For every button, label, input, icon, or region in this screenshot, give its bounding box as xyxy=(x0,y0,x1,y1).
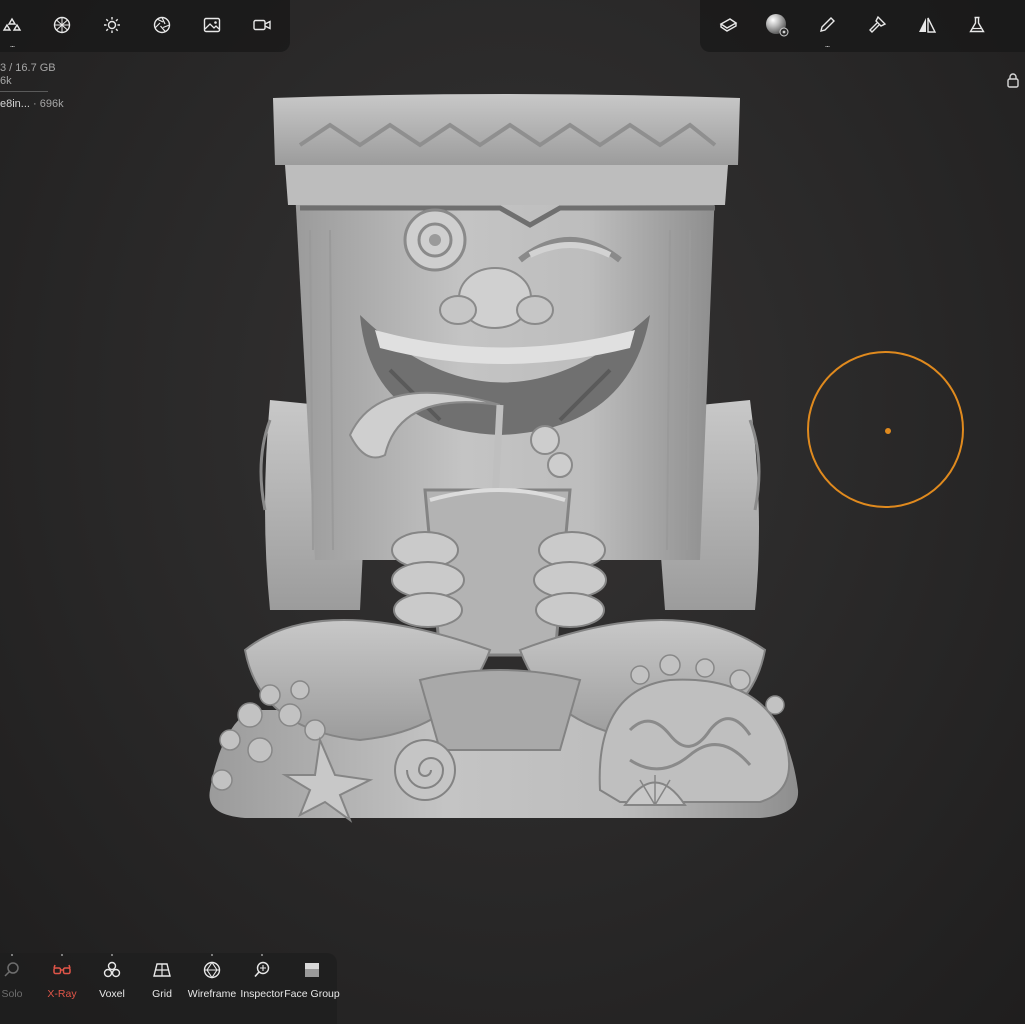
camera-aperture-icon xyxy=(153,16,171,34)
flask-icon xyxy=(969,16,985,33)
image-button[interactable] xyxy=(193,6,231,44)
mesh-name: e8in... xyxy=(0,98,30,110)
solo-label: Solo xyxy=(1,988,23,1000)
memory-usage: 3 / 16.7 GB xyxy=(0,62,56,74)
material-sphere-icon xyxy=(766,14,789,37)
stats-divider xyxy=(0,91,48,92)
option-indicator xyxy=(11,954,13,956)
face-group-button[interactable]: Face Group xyxy=(284,953,340,1024)
wireframe-icon xyxy=(203,961,221,979)
mesh-faces: · 696k xyxy=(29,98,64,110)
face-group-icon xyxy=(305,963,319,977)
face-group-label: Face Group xyxy=(284,988,340,1000)
voxel-label: Voxel xyxy=(99,988,125,1000)
layer-button[interactable] xyxy=(709,6,747,44)
brush-button[interactable]: ... xyxy=(808,6,846,49)
inspector-label: Inspector xyxy=(240,988,284,1000)
lock-icon[interactable] xyxy=(1006,72,1020,88)
brush-center-dot xyxy=(885,428,891,434)
video-button[interactable] xyxy=(243,6,281,44)
option-indicator xyxy=(61,954,63,956)
mesh-row[interactable]: e8in... · 696k xyxy=(0,98,64,111)
scene-button[interactable]: ... xyxy=(0,6,31,49)
grid-label: Grid xyxy=(152,988,172,1000)
wireframe-label: Wireframe xyxy=(187,988,237,1000)
x-ray-label: X-Ray xyxy=(47,988,77,1000)
topology-button[interactable] xyxy=(43,6,81,44)
voxel-button[interactable]: Voxel xyxy=(87,953,137,1024)
light-icon xyxy=(104,17,120,33)
paint-button[interactable] xyxy=(858,6,896,44)
image-icon xyxy=(203,17,221,33)
solo-button[interactable]: Solo xyxy=(0,953,37,1024)
voxel-icon xyxy=(103,961,121,978)
layer-icon xyxy=(719,18,738,32)
grid-icon xyxy=(153,963,171,977)
option-indicator xyxy=(211,954,213,956)
light-button[interactable] xyxy=(93,6,131,44)
material-button[interactable] xyxy=(758,6,796,44)
stats-overlay: 3 / 16.7 GB 6k e8in... · 696k xyxy=(0,62,64,111)
top-right-toolbar: ... xyxy=(700,0,1025,52)
sculpt-model[interactable] xyxy=(200,90,810,830)
inspector-icon xyxy=(254,961,270,978)
wireframe-button[interactable]: Wireframe xyxy=(187,953,237,1024)
paint-roller-icon xyxy=(869,15,887,33)
bottom-toolbar: Solo X-Ray Voxel Grid Wireframe Inspecto… xyxy=(0,953,340,1024)
more-indicator: ... xyxy=(9,39,15,49)
symmetry-button[interactable] xyxy=(908,6,946,44)
search-icon xyxy=(4,962,19,977)
option-indicator xyxy=(261,954,263,956)
video-icon xyxy=(253,19,271,31)
brush-pen-icon xyxy=(820,17,835,32)
topology-icon xyxy=(53,16,71,34)
option-indicator xyxy=(111,954,113,956)
grid-button[interactable]: Grid xyxy=(137,953,187,1024)
x-ray-button[interactable]: X-Ray xyxy=(37,953,87,1024)
glasses-icon xyxy=(53,964,71,975)
top-left-toolbar: ... xyxy=(0,0,290,52)
scene-icon xyxy=(2,17,22,31)
inspector-button[interactable]: Inspector xyxy=(237,953,287,1024)
more-indicator: ... xyxy=(824,39,830,49)
flask-button[interactable] xyxy=(958,6,996,44)
camera-aperture-button[interactable] xyxy=(143,6,181,44)
vertex-count: 6k xyxy=(0,75,12,87)
symmetry-icon xyxy=(919,17,937,33)
